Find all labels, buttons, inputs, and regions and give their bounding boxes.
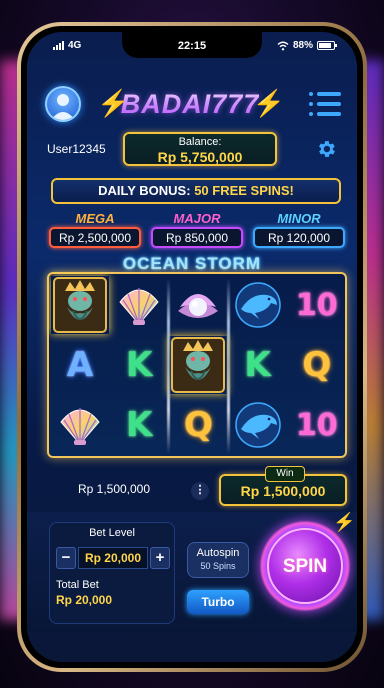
- reel-symbol-a: A: [51, 336, 109, 394]
- reel-symbol-label: Q: [302, 345, 332, 385]
- total-bet: Total Bet Rp 20,000: [56, 579, 170, 619]
- user-row: User12345 Balance: Rp 5,750,000: [27, 132, 357, 166]
- reel-symbol-dolphin: [229, 276, 287, 334]
- reel-symbol-k: K: [110, 396, 168, 454]
- bet-increase-button[interactable]: +: [150, 547, 170, 569]
- balance-value: Rp 5,750,000: [157, 149, 243, 165]
- status-bar: 4G 22:15 88%: [27, 38, 357, 56]
- jackpot-name: MEGA: [75, 211, 115, 226]
- bet-level-label: Bet Level: [89, 527, 135, 539]
- info-button[interactable]: ⋮: [191, 482, 209, 500]
- daily-bonus-banner[interactable]: DAILY BONUS: 50 FREE SPINS!: [51, 178, 341, 204]
- bet-stepper: − Rp 20,000 +: [56, 547, 170, 569]
- autospin-count: 50 Spins: [200, 561, 236, 571]
- reel-symbol-dolphin: [229, 396, 287, 454]
- lightning-right-icon: ⚡: [252, 88, 285, 118]
- reel-symbol-label: 10: [295, 287, 338, 323]
- jackpot-name: MINOR: [277, 211, 321, 226]
- reels-grid: 10 A K KQ KQ 10: [47, 272, 347, 458]
- reel-symbol-pearl: [169, 276, 227, 334]
- lightning-left-icon: ⚡: [97, 88, 130, 118]
- battery-percent: 88%: [292, 40, 313, 51]
- bonus-prefix: DAILY BONUS:: [98, 183, 191, 198]
- wifi-icon: [277, 41, 289, 50]
- reel-symbol-label: K: [126, 405, 153, 445]
- win-label: Win: [265, 466, 305, 482]
- total-bet-value: Rp 20,000: [56, 593, 113, 607]
- spin-button[interactable]: SPIN: [267, 528, 343, 604]
- settings-button[interactable]: [315, 138, 337, 160]
- reel-symbol-poseidon: [169, 336, 227, 394]
- reel-symbol-label: Q: [183, 405, 213, 445]
- win-box: Win Rp 1,500,000: [219, 466, 347, 506]
- reel-symbol-k: K: [110, 336, 168, 394]
- jackpot-value: Rp 2,500,000: [49, 227, 141, 248]
- reel-symbol-q: Q: [288, 336, 346, 394]
- lightning-icon: ⚡: [333, 512, 356, 532]
- controls-panel: Bet Level − Rp 20,000 + Total Bet Rp 20,…: [27, 512, 357, 632]
- jackpot-major: MAJOR Rp 850,000: [151, 212, 243, 248]
- jackpot-mega: MEGA Rp 2,500,000: [49, 212, 141, 248]
- result-bar: Rp 1,500,000 ⋮ Win Rp 1,500,000: [27, 466, 357, 506]
- bet-panel: Bet Level − Rp 20,000 + Total Bet Rp 20,…: [49, 522, 175, 624]
- reel-symbol-label: A: [66, 345, 94, 385]
- top-bar: ⚡ BADAI777 ⚡: [27, 82, 357, 126]
- reel-symbol-k: K: [229, 336, 287, 394]
- reel-symbol-shell: [51, 396, 109, 454]
- reel-symbol-shell: [110, 276, 168, 334]
- menu-button[interactable]: [309, 90, 341, 118]
- jackpot-value: Rp 850,000: [151, 227, 243, 248]
- battery-icon: [317, 41, 337, 50]
- jackpot-minor: MINOR Rp 120,000: [253, 212, 345, 248]
- phone-frame: 4G 22:15 88% ⚡ BADAI777 ⚡ User12345 Bala…: [17, 22, 367, 672]
- profile-avatar-button[interactable]: [45, 86, 81, 122]
- reel-symbol-poseidon: [51, 276, 109, 334]
- reel-symbol-10: 10: [288, 276, 346, 334]
- reel-symbol-q: Q: [169, 396, 227, 454]
- user-icon: [51, 94, 75, 120]
- logo-text: BADAI777: [120, 89, 260, 119]
- reel-symbol-label: 10: [295, 407, 338, 443]
- username: User12345: [47, 142, 106, 156]
- game-title: OCEAN STORM: [122, 254, 262, 273]
- bonus-highlight: 50 FREE SPINS!: [194, 183, 294, 198]
- bet-decrease-button[interactable]: −: [56, 547, 76, 569]
- jackpot-value: Rp 120,000: [253, 227, 345, 248]
- gear-icon: [319, 141, 335, 157]
- turbo-button[interactable]: Turbo: [187, 590, 249, 614]
- bet-value: Rp 20,000: [78, 547, 148, 569]
- total-bet-label: Total Bet: [56, 579, 99, 591]
- balance-box: Balance: Rp 5,750,000: [123, 132, 277, 166]
- game-screen: 4G 22:15 88% ⚡ BADAI777 ⚡ User12345 Bala…: [27, 32, 357, 662]
- jackpot-name: MAJOR: [173, 211, 221, 226]
- reel-symbol-label: K: [244, 345, 271, 385]
- autospin-label: Autospin: [196, 547, 240, 559]
- autospin-button[interactable]: Autospin 50 Spins: [187, 542, 249, 578]
- reel-symbol-10: 10: [288, 396, 346, 454]
- paid-amount: Rp 1,500,000: [77, 482, 151, 496]
- jackpot-row: MEGA Rp 2,500,000 MAJOR Rp 850,000 MINOR…: [27, 212, 357, 250]
- balance-label: Balance:: [178, 136, 222, 148]
- brand-logo: ⚡ BADAI777 ⚡: [97, 84, 285, 124]
- reel-symbol-label: K: [126, 345, 153, 385]
